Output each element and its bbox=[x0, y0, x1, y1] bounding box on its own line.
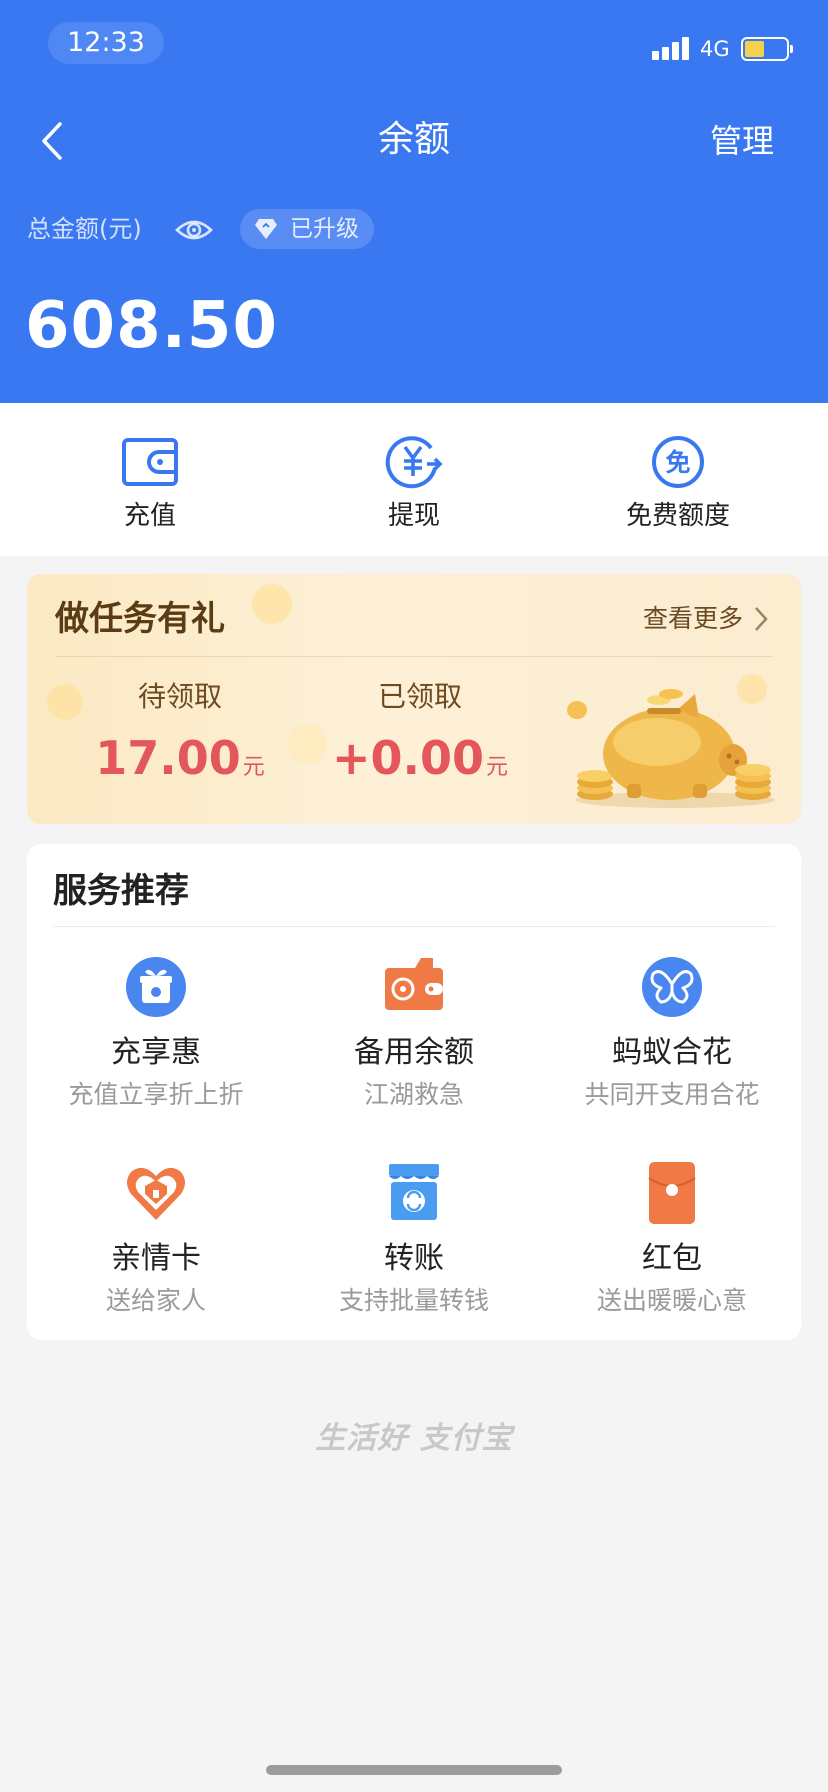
service-item-ant-hehua[interactable]: 蚂蚁合花 共同开支用合花 bbox=[543, 954, 801, 1124]
page-title: 余额 bbox=[377, 119, 450, 160]
network-type: 4G bbox=[700, 37, 730, 61]
wallet-icon bbox=[122, 438, 178, 486]
claimed-reward: 已领取 +0.00元 bbox=[300, 678, 540, 796]
battery-icon bbox=[741, 37, 793, 61]
service-item-backup-balance[interactable]: 备用余额 江湖救急 bbox=[285, 954, 543, 1124]
balance-amount: 608.50 bbox=[25, 289, 278, 363]
task-reward-card[interactable]: 做任务有礼 查看更多 待领取 17.00元 已领取 +0.00元 bbox=[27, 574, 801, 824]
balance-header: 12:33 4G 余额 管理 总金额(元) 已升级 608.50 bbox=[0, 0, 828, 403]
alipay-slogan: 生活好 支付宝 bbox=[315, 1421, 513, 1456]
manage-button[interactable]: 管理 bbox=[710, 120, 774, 162]
diamond-icon bbox=[255, 219, 277, 239]
action-bar: 充值 提现 免 免费额度 bbox=[0, 403, 828, 556]
pending-reward: 待领取 17.00元 bbox=[60, 678, 300, 796]
eye-icon[interactable] bbox=[174, 213, 214, 247]
claimed-caption: 已领取 bbox=[377, 680, 462, 713]
service-name: 充享惠 bbox=[111, 1035, 201, 1070]
service-desc: 支持批量转钱 bbox=[338, 1286, 489, 1315]
view-more-link[interactable]: 查看更多 bbox=[643, 601, 743, 637]
claimed-amount-row: +0.00元 bbox=[300, 730, 540, 796]
family-heart-icon bbox=[127, 1167, 185, 1220]
service-desc: 送给家人 bbox=[105, 1286, 206, 1315]
service-desc: 江湖救急 bbox=[363, 1080, 464, 1109]
wallet-orange-icon bbox=[385, 958, 443, 1010]
service-title: 服务推荐 bbox=[53, 871, 189, 911]
svg-text:免: 免 bbox=[665, 448, 690, 477]
total-amount-label: 总金额(元) bbox=[27, 215, 142, 243]
status-time: 12:33 bbox=[48, 22, 164, 64]
service-desc: 送出暖暖心意 bbox=[596, 1286, 747, 1315]
service-name: 红包 bbox=[642, 1241, 702, 1276]
service-item-chongxianghui[interactable]: 充享惠 充值立享折上折 bbox=[27, 954, 285, 1124]
service-recommend-card: 服务推荐 充享惠 充值立享折上折 备用余额 江湖救急 蚂蚁合花 共同开支用合花 … bbox=[27, 844, 801, 1340]
upgrade-badge[interactable]: 已升级 bbox=[240, 209, 374, 249]
piggy-bank-icon bbox=[567, 689, 775, 808]
gift-icon bbox=[126, 957, 186, 1017]
transfer-shop-icon bbox=[389, 1164, 439, 1220]
service-desc: 共同开支用合花 bbox=[584, 1080, 760, 1109]
free-quota-label: 免费额度 bbox=[625, 501, 730, 531]
pending-caption: 待领取 bbox=[137, 680, 222, 713]
task-title: 做任务有礼 bbox=[55, 599, 225, 639]
yuan-withdraw-icon bbox=[385, 436, 443, 489]
free-quota-icon: 免 bbox=[652, 436, 704, 488]
recharge-button[interactable]: 充值 bbox=[12, 403, 288, 556]
service-divider bbox=[53, 926, 775, 927]
service-item-transfer[interactable]: 转账 支持批量转钱 bbox=[285, 1160, 543, 1330]
chevron-right-icon bbox=[755, 607, 768, 631]
service-name: 亲情卡 bbox=[111, 1241, 201, 1276]
signal-icon bbox=[652, 36, 692, 60]
service-name: 蚂蚁合花 bbox=[612, 1035, 732, 1070]
withdraw-label: 提现 bbox=[387, 501, 440, 531]
service-desc: 充值立享折上折 bbox=[68, 1080, 244, 1109]
service-item-red-envelope[interactable]: 红包 送出暖暖心意 bbox=[543, 1160, 801, 1330]
recharge-label: 充值 bbox=[123, 501, 176, 531]
claimed-unit: 元 bbox=[486, 755, 509, 780]
service-name: 转账 bbox=[384, 1241, 444, 1276]
red-envelope-icon bbox=[648, 1162, 696, 1224]
pending-amount-row: 17.00元 bbox=[60, 730, 300, 796]
pending-amount: 17.00 bbox=[95, 731, 241, 785]
pending-unit: 元 bbox=[242, 755, 265, 780]
service-item-family-card[interactable]: 亲情卡 送给家人 bbox=[27, 1160, 285, 1330]
upgrade-label: 已升级 bbox=[290, 216, 359, 242]
claimed-amount: +0.00 bbox=[331, 731, 485, 785]
task-divider bbox=[55, 656, 773, 657]
butterfly-icon bbox=[642, 957, 702, 1017]
withdraw-button[interactable]: 提现 bbox=[276, 403, 552, 556]
free-quota-button[interactable]: 免 免费额度 bbox=[540, 403, 816, 556]
service-name: 备用余额 bbox=[354, 1035, 474, 1070]
home-indicator[interactable] bbox=[266, 1765, 562, 1775]
